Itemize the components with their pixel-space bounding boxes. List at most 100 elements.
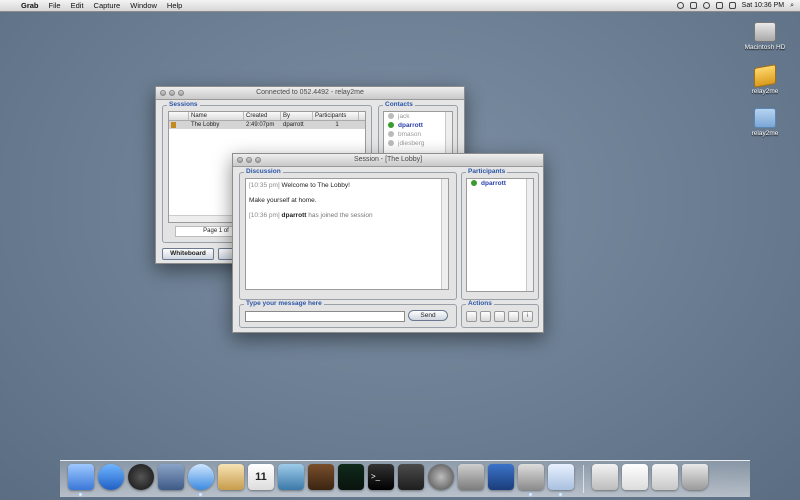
actions-group: Actions i xyxy=(461,300,539,328)
column-header-created[interactable]: Created xyxy=(244,112,281,120)
time-machine-icon[interactable] xyxy=(676,2,684,9)
dashboard-icon[interactable] xyxy=(128,464,154,490)
time-machine-dock-icon[interactable] xyxy=(428,464,454,490)
contact-name: bmason xyxy=(398,131,422,138)
close-button[interactable] xyxy=(160,90,166,96)
participants-label: Participants xyxy=(466,168,508,175)
contacts-label: Contacts xyxy=(383,101,415,108)
desktop-icon-label: relay2me xyxy=(751,130,779,137)
message-input[interactable] xyxy=(245,311,405,322)
downloads-stack-icon[interactable] xyxy=(652,464,678,490)
table-row[interactable]: The Lobby 2:49:07pm dparrott 1 xyxy=(169,121,365,129)
menu-help[interactable]: Help xyxy=(162,1,187,10)
contact-name: jdiesberg xyxy=(398,140,425,147)
discussion-group: Discussion [10:35 pm] Welcome to The Lob… xyxy=(239,168,457,300)
column-header-participants[interactable]: Participants xyxy=(313,112,359,120)
ical-icon[interactable]: 11 xyxy=(248,464,274,490)
hard-drive-icon xyxy=(754,22,776,42)
list-item[interactable]: dparrott xyxy=(384,121,452,130)
list-item[interactable]: jdiesberg xyxy=(384,139,452,148)
desktop-icon-package[interactable]: relay2me xyxy=(735,64,795,95)
list-item[interactable]: jack xyxy=(384,112,452,121)
zoom-button[interactable] xyxy=(178,90,184,96)
applications-stack-icon[interactable] xyxy=(592,464,618,490)
contact-name: jack xyxy=(398,113,410,120)
discussion-scrollbar[interactable] xyxy=(441,179,448,289)
spotlight-icon[interactable]: ⌕ xyxy=(790,2,794,10)
menu-window[interactable]: Window xyxy=(125,1,162,10)
whiteboard-button[interactable]: Whiteboard xyxy=(162,248,214,260)
column-header-by[interactable]: By xyxy=(281,112,313,120)
terminal-icon[interactable]: >_ xyxy=(368,464,394,490)
photo-booth-icon[interactable] xyxy=(308,464,334,490)
participants-scrollbar[interactable] xyxy=(526,179,533,291)
user-icon xyxy=(388,113,394,119)
session-window-titlebar[interactable]: Session - [The Lobby] xyxy=(233,154,543,167)
settings-action-icon[interactable] xyxy=(508,311,519,322)
actions-label: Actions xyxy=(466,300,494,307)
menu-app-name[interactable]: Grab xyxy=(16,1,44,10)
menubar-clock[interactable]: Sat 10:36 PM xyxy=(742,2,784,9)
main-window-titlebar[interactable]: Connected to 052.4492 - relay2me xyxy=(156,87,464,100)
menu-capture[interactable]: Capture xyxy=(89,1,126,10)
compose-label: Type your message here xyxy=(244,300,324,307)
sessions-table-header: Name Created By Participants xyxy=(169,112,365,121)
menu-bar: Grab File Edit Capture Window Help Sat 1… xyxy=(0,0,800,12)
chat-message: [10:35 pm] Welcome to The Lobby! xyxy=(249,182,445,189)
app-store-icon[interactable] xyxy=(98,464,124,490)
message-text: Welcome to The Lobby! xyxy=(281,182,350,189)
session-name: The Lobby xyxy=(191,122,220,128)
file-action-icon[interactable] xyxy=(480,311,491,322)
grab-icon[interactable] xyxy=(518,464,544,490)
chat-message: Make yourself at home. xyxy=(249,197,445,204)
session-participants: 1 xyxy=(335,122,339,128)
battery-icon[interactable] xyxy=(728,2,736,9)
desktop-icon-label: relay2me xyxy=(751,88,779,95)
iphoto-icon[interactable] xyxy=(278,464,304,490)
discussion-label: Discussion xyxy=(244,168,283,175)
wifi-icon[interactable] xyxy=(702,2,710,9)
finder-icon[interactable] xyxy=(68,464,94,490)
activity-monitor-icon[interactable] xyxy=(338,464,364,490)
contact-name: dparrott xyxy=(398,122,423,129)
info-action-icon[interactable]: i xyxy=(522,311,533,322)
user-online-icon xyxy=(471,180,477,186)
user-icon xyxy=(388,140,394,146)
sessions-label: Sessions xyxy=(167,101,200,108)
menu-edit[interactable]: Edit xyxy=(66,1,89,10)
column-header-name[interactable]: Name xyxy=(189,112,244,120)
message-time: [10:36 pm] xyxy=(249,212,280,219)
address-book-icon[interactable] xyxy=(218,464,244,490)
safari-icon[interactable] xyxy=(188,464,214,490)
bluetooth-icon[interactable] xyxy=(689,2,697,9)
message-time: [10:35 pm] xyxy=(249,182,280,189)
message-user: dparrott xyxy=(281,212,307,219)
minimize-button[interactable] xyxy=(169,90,175,96)
session-window: Session - [The Lobby] Discussion [10:35 … xyxy=(232,153,544,333)
icon-column-header[interactable] xyxy=(169,112,189,120)
close-button[interactable] xyxy=(237,157,243,163)
list-item[interactable]: bmason xyxy=(384,130,452,139)
desktop-icon-folder[interactable]: relay2me xyxy=(735,108,795,137)
invite-action-icon[interactable] xyxy=(494,311,505,322)
list-item[interactable]: dparrott xyxy=(467,179,533,188)
discussion-log[interactable]: [10:35 pm] Welcome to The Lobby! Make yo… xyxy=(245,178,449,290)
xcode-icon[interactable] xyxy=(488,464,514,490)
mail-icon[interactable] xyxy=(158,464,184,490)
volume-icon[interactable] xyxy=(715,2,723,9)
minimize-button[interactable] xyxy=(246,157,252,163)
participants-list[interactable]: dparrott xyxy=(466,178,534,292)
zoom-button[interactable] xyxy=(255,157,261,163)
menu-file[interactable]: File xyxy=(44,1,66,10)
documents-stack-icon[interactable] xyxy=(622,464,648,490)
desktop-icon-label: Macintosh HD xyxy=(744,44,786,51)
send-label: Send xyxy=(420,312,436,319)
trash-icon[interactable] xyxy=(682,464,708,490)
spaces-icon[interactable] xyxy=(398,464,424,490)
desktop-icon-hd[interactable]: Macintosh HD xyxy=(735,22,795,51)
dock-divider xyxy=(583,465,584,493)
whiteboard-action-icon[interactable] xyxy=(466,311,477,322)
send-button[interactable]: Send xyxy=(408,310,448,321)
system-preferences-icon[interactable] xyxy=(458,464,484,490)
relay-app-icon[interactable] xyxy=(548,464,574,490)
